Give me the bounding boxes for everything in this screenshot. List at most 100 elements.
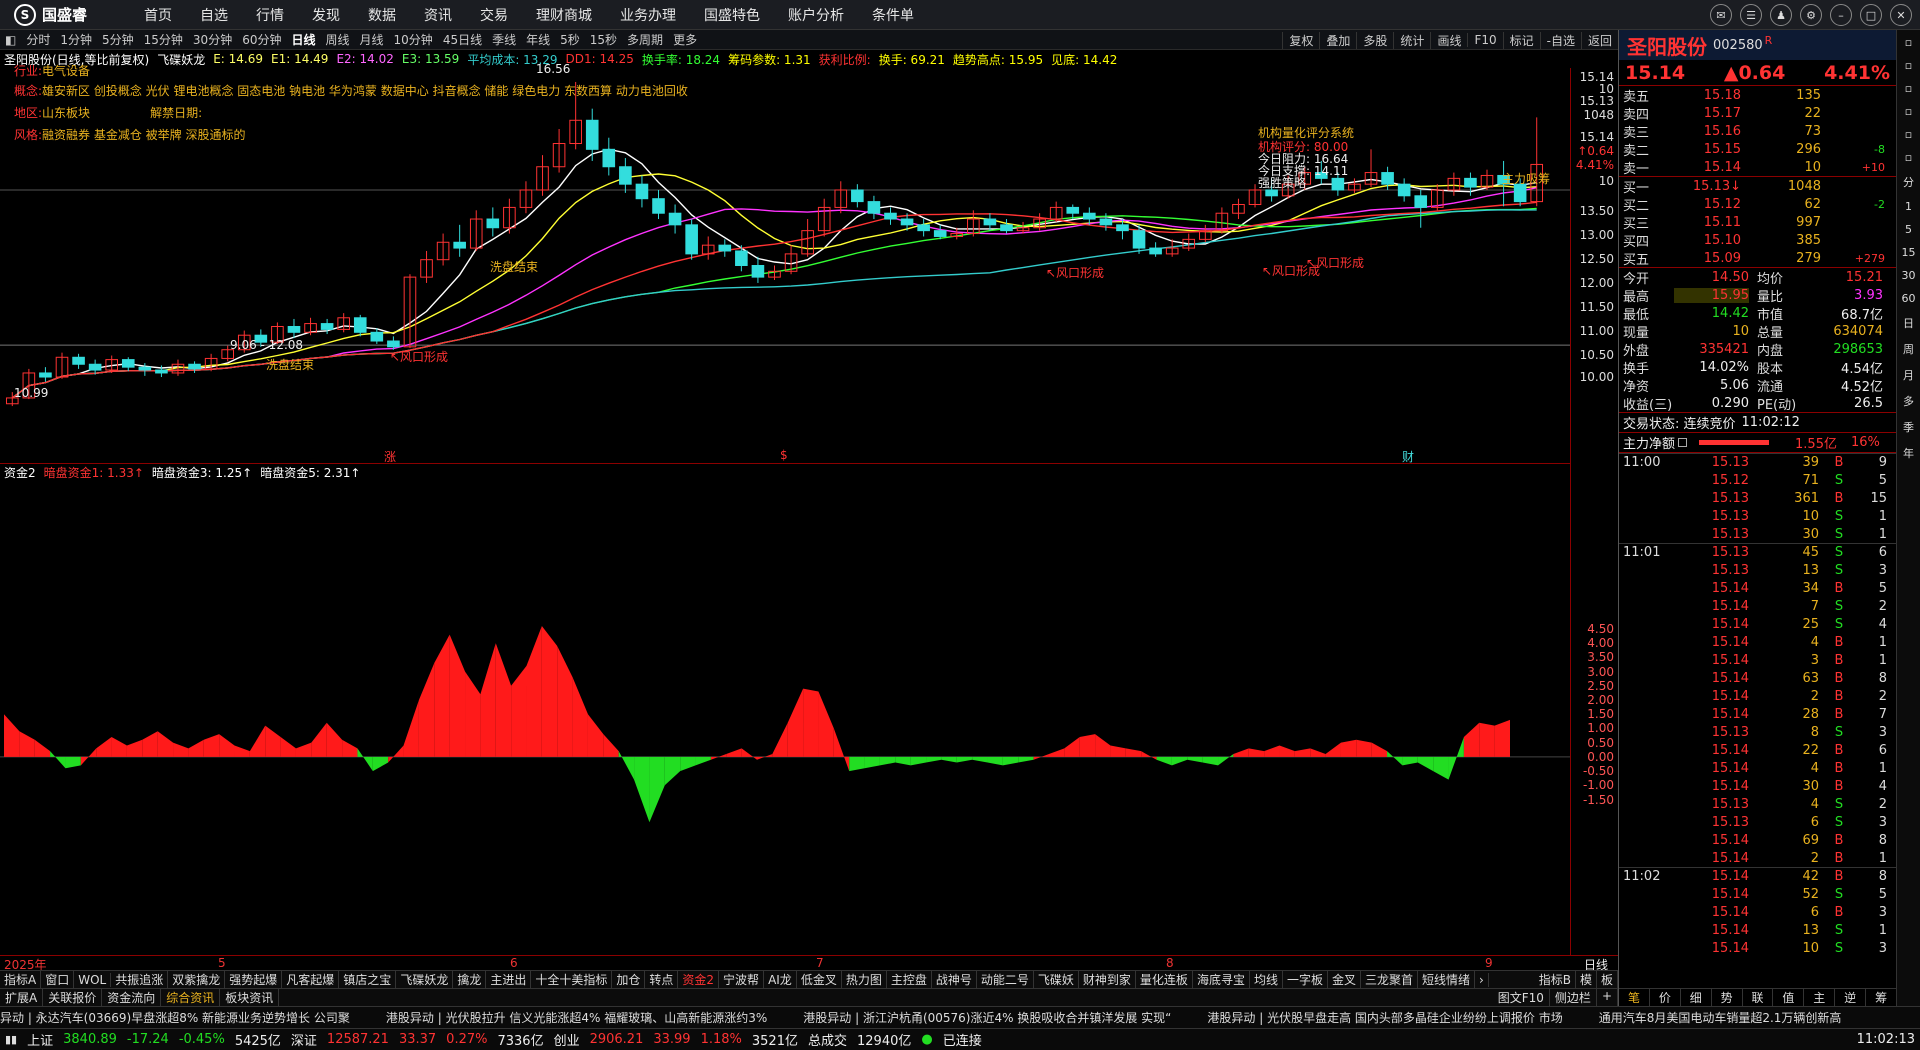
menu-item-11[interactable]: 条件单 (858, 5, 928, 25)
tick-list[interactable]: 11:00 15.13 39 B 9 15.12 71 S 5 15.13 361 B 15 15.13 1… (1619, 453, 1896, 957)
sidebar-period-0[interactable]: 分 (1903, 174, 1914, 190)
sidebar-period-11[interactable]: 年 (1903, 445, 1914, 461)
panel-tab-3[interactable]: 势 (1712, 989, 1743, 1006)
period-tab-7[interactable]: 周线 (321, 31, 355, 48)
tool-0[interactable]: 复权 (1282, 31, 1319, 49)
sidebar-period-7[interactable]: 周 (1903, 341, 1914, 357)
asks-row-4[interactable]: 卖一 15.14 10 +10 (1619, 158, 1896, 177)
bottom-tab-4[interactable]: 板块资讯 (220, 989, 280, 1006)
indicator-tab-0[interactable]: 指标A (0, 971, 42, 988)
period-tab-5[interactable]: 60分钟 (237, 31, 286, 48)
indicator-tab-1[interactable]: 窗口 (41, 971, 75, 988)
indicator-right-0[interactable]: 指标B (1535, 971, 1576, 988)
indicator-tab-25[interactable]: 海底寻宝 (1193, 971, 1250, 988)
close-icon[interactable]: ✕ (1890, 4, 1912, 26)
bids-row-2[interactable]: 买三 15.11 997 (1619, 213, 1896, 232)
sidebar-period-5[interactable]: 60 (1902, 292, 1916, 305)
indicator-tab-21[interactable]: 动能二号 (977, 971, 1034, 988)
indicator-tab-7[interactable]: 镇店之宝 (339, 971, 397, 988)
indicator-tab-19[interactable]: 主控盘 (887, 971, 932, 988)
panel-tab-8[interactable]: 筹 (1866, 989, 1898, 1006)
ticker-item-4[interactable]: 通用汽车8月美国电动车销量超2.1万辆创新高 (1599, 1009, 1842, 1026)
period-tab-0[interactable]: 分时 (21, 31, 55, 48)
indicator-tab-2[interactable]: WOL (74, 972, 112, 987)
ticker-item-3[interactable]: 港股异动 | 光伏股早盘走高 国内头部多晶硅企业纷纷上调报价 市场 (1207, 1009, 1562, 1026)
menu-item-10[interactable]: 账户分析 (774, 5, 858, 25)
indicator-tab-30[interactable]: 短线情绪 (1418, 971, 1476, 988)
toggle-icon[interactable] (1678, 438, 1688, 447)
toggle-icon[interactable]: ▫ (1905, 59, 1912, 72)
period-tab-8[interactable]: 月线 (355, 31, 389, 48)
bottom-right-0[interactable]: 图文F10 (1493, 989, 1550, 1006)
indicator-scroll-icon[interactable]: › (1475, 972, 1489, 987)
bids-row-4[interactable]: 买五 15.09 279 +279 (1619, 249, 1896, 268)
shirt-icon[interactable]: ♟ (1770, 4, 1792, 26)
bottom-right-2[interactable]: + (1597, 989, 1618, 1006)
app-logo[interactable]: S 国盛睿 (0, 3, 130, 26)
period-tab-10[interactable]: 45日线 (438, 31, 487, 48)
sidebar-period-4[interactable]: 30 (1902, 269, 1916, 282)
indicator-tab-6[interactable]: 凡客起爆 (282, 971, 340, 988)
bottom-right-1[interactable]: 侧边栏 (1550, 989, 1597, 1006)
main-net-row[interactable]: 主力净额 1.55亿 16% (1619, 433, 1896, 453)
period-tab-9[interactable]: 10分钟 (389, 31, 438, 48)
menu-item-8[interactable]: 业务办理 (606, 5, 690, 25)
menu-item-7[interactable]: 理财商城 (522, 5, 606, 25)
period-tab-2[interactable]: 5分钟 (97, 31, 139, 48)
indicator-tab-12[interactable]: 加仓 (612, 971, 646, 988)
bottom-tab-2[interactable]: 资金流向 (102, 989, 162, 1006)
settings-icon[interactable]: ⚙ (1800, 4, 1822, 26)
indicator-right-1[interactable]: 模 (1576, 971, 1597, 988)
panel-tab-6[interactable]: 主 (1804, 989, 1836, 1006)
period-tab-12[interactable]: 年线 (521, 31, 555, 48)
indicator-tab-3[interactable]: 共振追涨 (111, 971, 169, 988)
panel-tab-0[interactable]: 笔 (1619, 989, 1650, 1006)
asks-row-1[interactable]: 卖四 15.17 22 (1619, 104, 1896, 123)
ticker-item-2[interactable]: 港股异动 | 浙江沪杭甬(00576)涨近4% 换股吸收合并镇洋发展 实现“ (803, 1009, 1171, 1026)
panel-tab-2[interactable]: 细 (1681, 989, 1712, 1006)
menu-item-6[interactable]: 交易 (466, 5, 522, 25)
sidebar-period-1[interactable]: 1 (1905, 200, 1912, 213)
sidebar-period-8[interactable]: 月 (1903, 367, 1914, 383)
indicator-tab-15[interactable]: 宁波帮 (719, 971, 765, 988)
period-tab-1[interactable]: 1分钟 (55, 31, 97, 48)
panel-tab-4[interactable]: 联 (1743, 989, 1774, 1006)
indicator-tab-22[interactable]: 飞碟妖 (1034, 971, 1079, 988)
indicator-tab-23[interactable]: 财神到家 (1079, 971, 1136, 988)
mail-icon[interactable]: ☰ (1740, 4, 1762, 26)
menu-item-5[interactable]: 资讯 (410, 5, 466, 25)
bids-row-1[interactable]: 买二 15.12 62 -2 (1619, 195, 1896, 214)
bottom-tab-0[interactable]: 扩展A (0, 989, 44, 1006)
asks-row-2[interactable]: 卖三 15.16 73 (1619, 122, 1896, 141)
panel-tab-5[interactable]: 值 (1773, 989, 1805, 1006)
tool-8[interactable]: 返回 (1580, 31, 1618, 49)
bottom-tab-1[interactable]: 关联报价 (43, 989, 103, 1006)
indicator-tab-18[interactable]: 热力图 (842, 971, 887, 988)
asks-row-0[interactable]: 卖五 15.18 135 (1619, 86, 1896, 105)
indicator-tab-5[interactable]: 强势起爆 (225, 971, 283, 988)
news-ticker[interactable]: 异动 | 永达汽车(03669)早盘涨超8% 新能源业务逆势增长 公司聚 港股异动… (0, 1006, 1920, 1028)
menu-item-2[interactable]: 行情 (242, 5, 298, 25)
indicator-tab-11[interactable]: 十全十美指标 (531, 971, 613, 988)
indicator-tab-16[interactable]: AI龙 (764, 971, 797, 988)
period-tab-14[interactable]: 15秒 (585, 31, 622, 48)
period-tab-4[interactable]: 30分钟 (188, 31, 237, 48)
bids-row-0[interactable]: 买一 15.13↓ 1048 (1619, 177, 1896, 196)
tool-6[interactable]: 标记 (1502, 31, 1540, 49)
period-tab-11[interactable]: 季线 (487, 31, 521, 48)
indicator-tab-4[interactable]: 双紫擒龙 (168, 971, 226, 988)
indicator-tab-14[interactable]: 资金2 (678, 971, 720, 988)
panel-tab-7[interactable]: 逆 (1835, 989, 1867, 1006)
maximize-icon[interactable]: □ (1860, 4, 1882, 26)
candlestick-chart[interactable]: 行业:电气设备 概念:雄安新区 创投概念 光伏 锂电池概念 固态电池 钠电池 华… (0, 62, 1570, 464)
indicator-tab-20[interactable]: 战神号 (932, 971, 977, 988)
period-tab-13[interactable]: 5秒 (555, 31, 585, 48)
message-icon[interactable]: ✉ (1710, 4, 1732, 26)
sidebar-period-2[interactable]: 5 (1905, 223, 1912, 236)
sidebar-period-6[interactable]: 日 (1903, 315, 1914, 331)
sidebar-period-10[interactable]: 季 (1903, 419, 1914, 435)
tool-2[interactable]: 多股 (1356, 31, 1393, 49)
period-tab-6[interactable]: 日线 (286, 31, 320, 48)
indicator-tab-29[interactable]: 三龙聚首 (1361, 971, 1419, 988)
menu-item-0[interactable]: 首页 (130, 5, 186, 25)
